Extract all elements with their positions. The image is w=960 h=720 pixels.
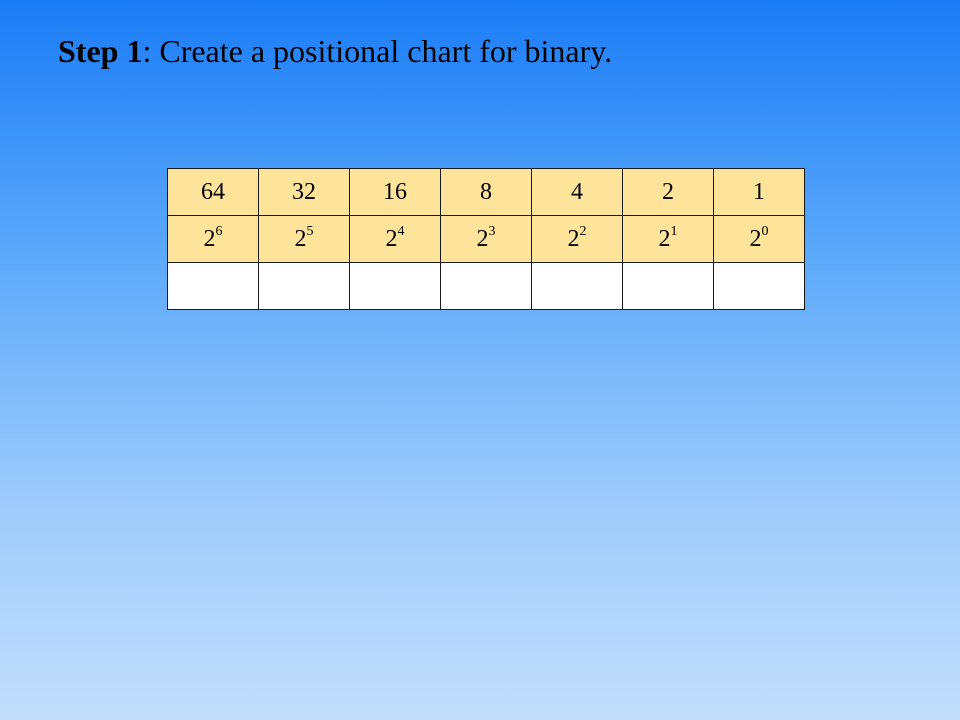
power-cell: 23 xyxy=(440,215,532,263)
power-base: 2 xyxy=(567,226,580,252)
power-exponent: 2 xyxy=(579,224,587,239)
blank-cell xyxy=(440,262,532,310)
power-base: 2 xyxy=(385,226,398,252)
power-exponent: 5 xyxy=(306,224,314,239)
power-cell: 26 xyxy=(167,215,259,263)
power-cell: 22 xyxy=(531,215,623,263)
blank-cell xyxy=(713,262,805,310)
blank-cell xyxy=(258,262,350,310)
place-value-cell: 4 xyxy=(531,168,623,216)
power-cell: 25 xyxy=(258,215,350,263)
power-base: 2 xyxy=(476,226,489,252)
blank-cell xyxy=(622,262,714,310)
power-exponent: 4 xyxy=(397,224,405,239)
place-value-cell: 16 xyxy=(349,168,441,216)
power-base: 2 xyxy=(294,226,307,252)
place-value-cell: 32 xyxy=(258,168,350,216)
title-text: : Create a positional chart for binary. xyxy=(142,33,613,69)
power-exponent: 6 xyxy=(215,224,223,239)
power-cell: 20 xyxy=(713,215,805,263)
power-base: 2 xyxy=(658,226,671,252)
blank-cell xyxy=(531,262,623,310)
place-value-cell: 1 xyxy=(713,168,805,216)
slide-title: Step 1: Create a positional chart for bi… xyxy=(58,32,612,70)
blank-row xyxy=(167,262,805,310)
power-exponent: 3 xyxy=(488,224,496,239)
place-value-row: 64 32 16 8 4 2 1 xyxy=(167,168,805,216)
place-value-cell: 8 xyxy=(440,168,532,216)
power-exponent: 0 xyxy=(761,224,769,239)
place-value-cell: 64 xyxy=(167,168,259,216)
power-row: 26 25 24 23 22 21 20 xyxy=(167,215,805,263)
step-label: Step 1 xyxy=(58,33,143,69)
blank-cell xyxy=(167,262,259,310)
power-base: 2 xyxy=(203,226,216,252)
blank-cell xyxy=(349,262,441,310)
power-base: 2 xyxy=(749,226,762,252)
positional-chart: 64 32 16 8 4 2 1 26 25 24 23 22 21 20 xyxy=(167,168,805,310)
place-value-cell: 2 xyxy=(622,168,714,216)
power-cell: 21 xyxy=(622,215,714,263)
power-cell: 24 xyxy=(349,215,441,263)
power-exponent: 1 xyxy=(670,224,678,239)
